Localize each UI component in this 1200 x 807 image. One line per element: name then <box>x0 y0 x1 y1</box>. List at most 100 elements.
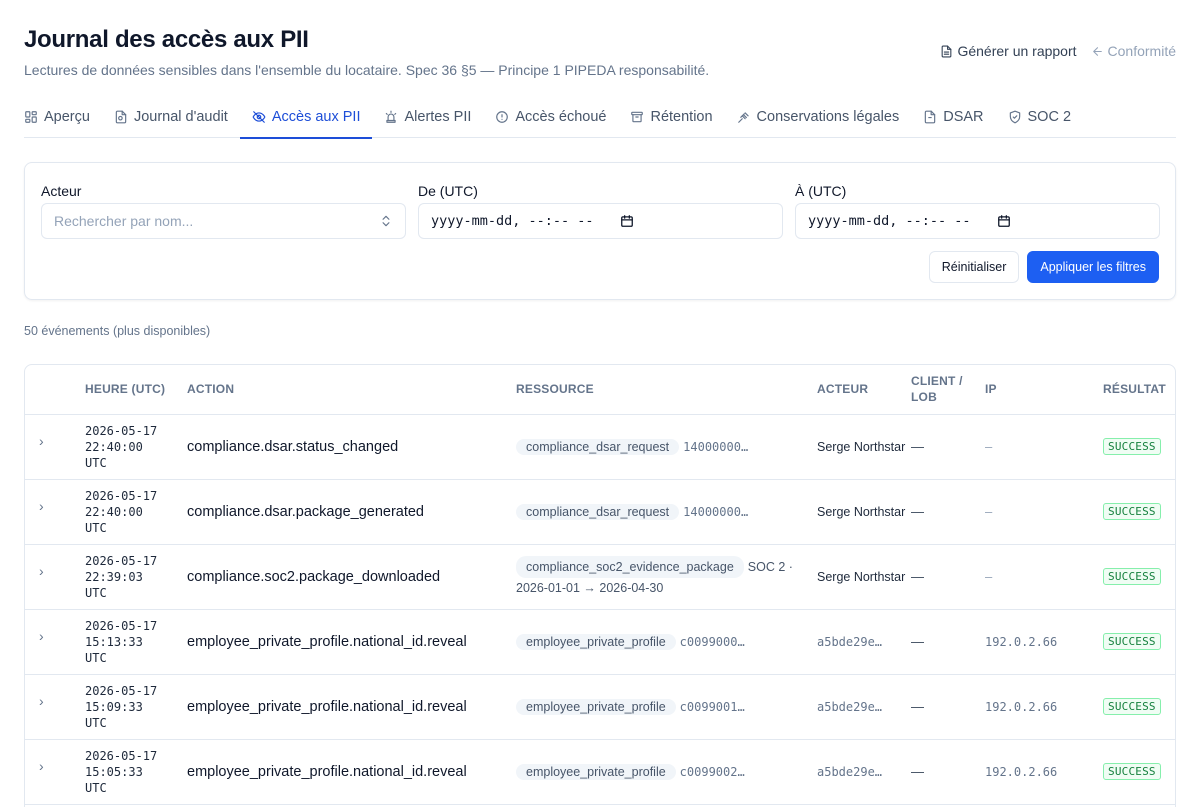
ip-column-header[interactable]: IP <box>985 365 1103 415</box>
event-client: — <box>911 569 924 584</box>
event-date: 2026-05-17 <box>85 683 158 698</box>
from-datetime-input[interactable]: yyyy-mm-dd, --:-- -- <box>418 203 783 239</box>
result-column-header[interactable]: Résultat <box>1103 365 1175 415</box>
tab-label: Journal d'audit <box>133 109 228 125</box>
event-clock: 22:40:00 <box>85 439 143 454</box>
event-tz: UTC <box>85 780 107 795</box>
result-badge: SUCCESS <box>1103 503 1161 520</box>
event-tz: UTC <box>85 585 107 600</box>
tab-label: SOC 2 <box>1027 109 1072 125</box>
event-tz: UTC <box>85 455 107 470</box>
event-client: — <box>911 504 924 519</box>
chevron-right-icon[interactable]: › <box>39 563 44 579</box>
tab-label: Alertes PII <box>404 109 472 125</box>
tab-audit-log[interactable]: Journal d'audit <box>102 96 240 138</box>
eye-off-icon <box>252 111 266 123</box>
apply-filters-button[interactable]: Appliquer les filtres <box>1027 251 1159 283</box>
from-value: yyyy-mm-dd, --:-- -- <box>431 213 594 229</box>
chevron-right-icon[interactable]: › <box>39 628 44 644</box>
event-client: — <box>911 699 924 714</box>
tab-legal-holds[interactable]: Conservations légales <box>725 96 912 138</box>
tab-soc2[interactable]: SOC 2 <box>996 96 1084 138</box>
event-date: 2026-05-17 <box>85 488 158 503</box>
event-clock: 22:40:00 <box>85 504 143 519</box>
to-value: yyyy-mm-dd, --:-- -- <box>808 213 971 229</box>
event-ip: 192.0.2.66 <box>985 764 1058 779</box>
tab-pii-alerts[interactable]: Alertes PII <box>372 96 483 138</box>
actor-placeholder: Rechercher par nom... <box>54 213 194 229</box>
chevron-right-icon[interactable]: › <box>39 433 44 449</box>
tab-retention[interactable]: Rétention <box>618 96 724 138</box>
actor-combobox[interactable]: Rechercher par nom... <box>41 203 406 239</box>
event-time: 2026-05-17 22:40:00 UTC <box>85 488 187 536</box>
actor-column-header[interactable]: Acteur <box>817 365 911 415</box>
resource-id: c0099001… <box>679 699 745 714</box>
chevron-right-icon[interactable]: › <box>39 498 44 514</box>
tab-failed-access[interactable]: Accès échoué <box>483 96 618 138</box>
result-badge: SUCCESS <box>1103 438 1161 455</box>
tab-pii-access[interactable]: Accès aux PII <box>239 96 373 139</box>
generate-report-label: Générer un rapport <box>957 43 1077 59</box>
time-column-header[interactable]: Heure (UTC) <box>85 365 187 415</box>
event-actor: a5bde29e… <box>817 764 883 779</box>
event-actor: Serge Northstar <box>817 569 906 584</box>
event-ip: — <box>985 569 993 584</box>
to-datetime-input[interactable]: yyyy-mm-dd, --:-- -- <box>795 203 1160 239</box>
table-row[interactable]: › 2026-05-17 22:39:03 UTC compliance.soc2.… <box>25 544 1175 610</box>
client-column-header[interactable]: Client / LOB <box>911 365 985 415</box>
tab-label: Accès échoué <box>515 109 607 125</box>
resource-type-chip: employee_private_profile <box>516 698 676 715</box>
table-row[interactable]: › 2026-05-17 15:09:33 UTC employee_private… <box>25 674 1175 740</box>
resource-type-chip: employee_private_profile <box>516 763 676 780</box>
tab-label: Accès aux PII <box>271 109 361 125</box>
tab-dsar[interactable]: DSAR <box>911 96 995 138</box>
action-column-header[interactable]: Action <box>187 365 516 415</box>
table-row[interactable]: › 2026-05-17 15:05:33 UTC employee_private… <box>25 739 1175 805</box>
event-action: employee_private_profile.national_id.rev… <box>187 633 467 650</box>
from-filter: De (UTC) yyyy-mm-dd, --:-- -- <box>418 183 783 239</box>
event-time: 2026-05-17 15:05:33 UTC <box>85 748 187 796</box>
chevron-right-icon[interactable]: › <box>39 693 44 709</box>
event-client: — <box>911 634 924 649</box>
tab-apercu[interactable]: Aperçu <box>24 96 102 138</box>
resource-type-chip: compliance_soc2_evidence_package <box>516 555 744 578</box>
event-client: — <box>911 439 924 454</box>
resource-column-header[interactable]: Ressource <box>516 365 817 415</box>
table-row[interactable]: › 2026-05-17 15:13:33 UTC employee_private… <box>25 609 1175 675</box>
event-actor: Serge Northstar <box>817 439 906 454</box>
tab-label: Rétention <box>650 109 713 125</box>
resource-type-chip: compliance_dsar_request <box>516 438 680 455</box>
event-actor: Serge Northstar <box>817 504 906 519</box>
event-action: employee_private_profile.national_id.rev… <box>187 698 467 715</box>
gavel-icon <box>737 112 749 123</box>
table-row[interactable]: › 2026-05-17 22:40:00 UTC compliance.dsar.… <box>25 479 1175 545</box>
event-action: compliance.dsar.package_generated <box>187 503 424 520</box>
table-row[interactable]: › 2026-05-17 22:40:00 UTC compliance.dsar.… <box>25 414 1175 480</box>
calendar-icon[interactable] <box>997 214 1011 228</box>
chevrons-up-down-icon <box>382 215 390 227</box>
resource-type-chip: employee_private_profile <box>516 633 676 650</box>
alert-circle-icon <box>496 111 509 123</box>
resource-id: 14000000… <box>683 439 749 454</box>
back-to-compliance-link[interactable]: Conformité <box>1091 43 1176 59</box>
header-actions: Générer un rapport Conformité <box>940 43 1176 59</box>
event-date: 2026-05-17 <box>85 618 158 633</box>
result-badge: SUCCESS <box>1103 633 1161 650</box>
resource-type-chip: compliance_dsar_request <box>516 503 680 520</box>
event-action: compliance.soc2.package_downloaded <box>187 568 441 585</box>
page-header: Journal des accès aux PII Lectures de do… <box>24 0 1176 96</box>
calendar-icon[interactable] <box>620 214 634 228</box>
chevron-right-icon[interactable]: › <box>39 758 44 774</box>
generate-report-link[interactable]: Générer un rapport <box>940 43 1077 59</box>
siren-icon <box>386 110 397 123</box>
grid-icon <box>25 111 37 123</box>
file-audit-icon <box>115 110 127 124</box>
event-clock: 22:39:03 <box>85 569 143 584</box>
events-table: Heure (UTC) Action Ressource Acteur Clie… <box>24 364 1176 807</box>
event-time: 2026-05-17 22:40:00 UTC <box>85 423 187 471</box>
event-tz: UTC <box>85 650 107 665</box>
reset-button[interactable]: Réinitialiser <box>928 251 1020 283</box>
event-actor: a5bde29e… <box>817 634 883 649</box>
event-clock: 15:05:33 <box>85 764 143 779</box>
event-clock: 15:09:33 <box>85 699 143 714</box>
